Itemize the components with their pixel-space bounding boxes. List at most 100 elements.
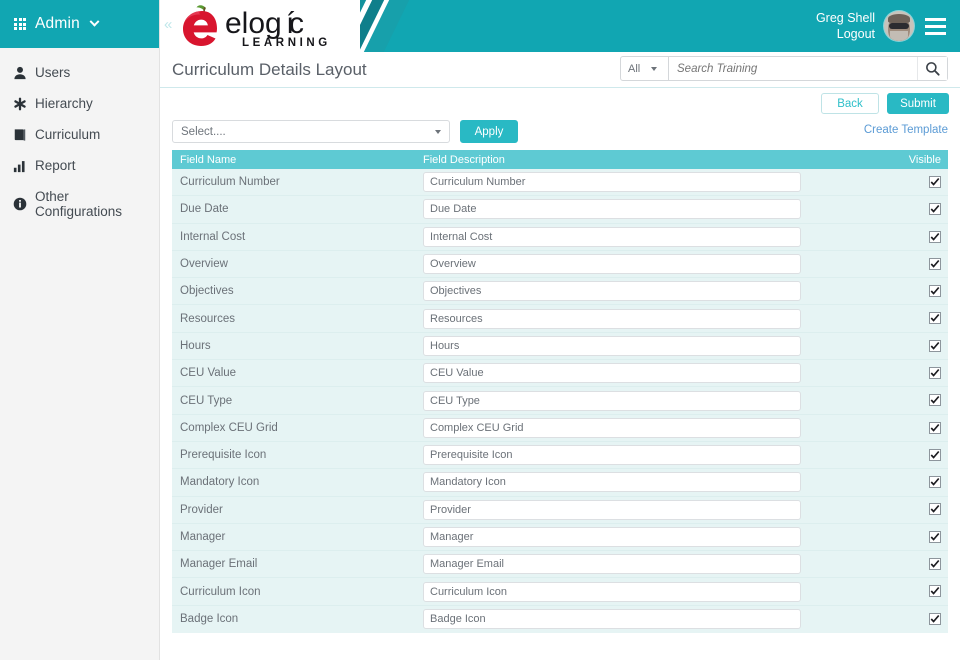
- template-select[interactable]: Select....: [172, 120, 450, 143]
- field-description-input[interactable]: [423, 172, 801, 193]
- search-bar: All: [620, 56, 948, 81]
- main-content: « elog c í LEARNING Greg Shell Logout Cu…: [160, 0, 960, 660]
- field-description-input[interactable]: [423, 554, 801, 575]
- table-row: Curriculum Icon: [172, 578, 948, 606]
- visible-cell: [886, 528, 948, 546]
- book-icon: [12, 127, 27, 142]
- visible-checkbox[interactable]: [929, 476, 941, 489]
- visible-checkbox[interactable]: [929, 366, 941, 379]
- visible-cell: [886, 282, 948, 300]
- template-select-value: Select....: [181, 125, 226, 138]
- table-row: Badge Icon: [172, 606, 948, 633]
- visible-checkbox[interactable]: [929, 585, 941, 598]
- field-description-cell: [420, 172, 886, 193]
- check-icon: [930, 532, 940, 541]
- field-description-input[interactable]: [423, 499, 801, 520]
- field-description-input[interactable]: [423, 445, 801, 466]
- table-row: Due Date: [172, 196, 948, 224]
- sidebar-item-report[interactable]: Report: [0, 150, 159, 181]
- field-description-input[interactable]: [423, 390, 801, 411]
- field-name-cell: Objectives: [180, 285, 234, 298]
- search-input[interactable]: [669, 57, 917, 80]
- visible-checkbox[interactable]: [929, 312, 941, 325]
- field-description-cell: [420, 445, 886, 466]
- table-row: Manager Email: [172, 551, 948, 579]
- table-row: Mandatory Icon: [172, 469, 948, 497]
- field-description-cell: [420, 581, 886, 602]
- create-template-link[interactable]: Create Template: [864, 124, 948, 136]
- field-description-input[interactable]: [423, 527, 801, 547]
- field-description-input[interactable]: [423, 417, 801, 438]
- visible-checkbox[interactable]: [929, 257, 941, 270]
- visible-checkbox[interactable]: [929, 394, 941, 407]
- field-description-input[interactable]: [423, 335, 801, 356]
- hamburger-menu-icon[interactable]: [923, 14, 948, 39]
- visible-cell: [886, 583, 948, 601]
- table-row: Overview: [172, 251, 948, 279]
- user-area: Greg Shell Logout: [816, 0, 948, 52]
- visible-checkbox[interactable]: [929, 285, 941, 298]
- check-icon: [930, 205, 940, 213]
- apply-button[interactable]: Apply: [460, 120, 518, 143]
- avatar-hair: [888, 14, 910, 23]
- field-description-input[interactable]: [423, 308, 801, 329]
- sidebar-item-hierarchy[interactable]: Hierarchy: [0, 88, 159, 119]
- caret-down-icon: [435, 129, 441, 134]
- field-description-cell: [420, 417, 886, 438]
- field-name-cell: Complex CEU Grid: [180, 421, 278, 434]
- apple-e-logo: elog c í LEARNING: [183, 5, 327, 49]
- field-description-input[interactable]: [423, 199, 801, 220]
- table-row: Curriculum Number: [172, 169, 948, 197]
- visible-checkbox[interactable]: [929, 448, 941, 461]
- visible-cell: [886, 255, 948, 273]
- bar-chart-icon: [12, 158, 27, 173]
- field-name-cell: Prerequisite Icon: [180, 449, 267, 462]
- field-description-input[interactable]: [423, 281, 801, 302]
- check-icon: [930, 615, 940, 623]
- sidebar-item-users[interactable]: Users: [0, 57, 159, 88]
- visible-cell: [886, 419, 948, 437]
- search-scope-dropdown[interactable]: All: [621, 57, 669, 80]
- visible-checkbox[interactable]: [929, 613, 941, 626]
- submit-button[interactable]: Submit: [887, 93, 949, 114]
- visible-checkbox[interactable]: [929, 421, 941, 434]
- field-name-cell: Manager: [180, 531, 226, 543]
- visible-checkbox[interactable]: [929, 339, 941, 352]
- visible-checkbox[interactable]: [929, 175, 941, 188]
- field-description-input[interactable]: [423, 363, 801, 384]
- back-button[interactable]: Back: [821, 93, 879, 114]
- visible-cell: [886, 364, 948, 382]
- field-description-input[interactable]: [423, 254, 801, 275]
- search-button[interactable]: [917, 57, 947, 80]
- field-description-cell: [420, 281, 886, 302]
- visible-checkbox[interactable]: [929, 230, 941, 243]
- field-description-input[interactable]: [423, 226, 801, 247]
- double-chevron-left-icon[interactable]: «: [164, 17, 172, 32]
- user-name: Greg Shell: [815, 11, 875, 25]
- visible-checkbox[interactable]: [929, 530, 941, 543]
- title-bar: Curriculum Details Layout All: [160, 52, 960, 88]
- field-description-cell: [420, 335, 886, 356]
- sidebar-item-curriculum[interactable]: Curriculum: [0, 119, 159, 150]
- field-description-input[interactable]: [423, 581, 801, 602]
- visible-checkbox[interactable]: [929, 503, 941, 516]
- logout-link[interactable]: Logout: [816, 26, 875, 42]
- field-description-cell: [420, 499, 886, 520]
- field-description-input[interactable]: [423, 472, 801, 493]
- avatar[interactable]: [884, 11, 914, 41]
- table-row: Hours: [172, 333, 948, 361]
- visible-checkbox[interactable]: [929, 558, 941, 571]
- field-description-cell: [420, 527, 886, 547]
- field-description-cell: [420, 363, 886, 384]
- table-row: Objectives: [172, 278, 948, 306]
- field-description-cell: [420, 226, 886, 247]
- field-description-input[interactable]: [423, 609, 801, 630]
- field-name-cell: Overview: [180, 258, 228, 271]
- top-banner: « elog c í LEARNING Greg Shell Logout: [160, 0, 960, 52]
- field-name-cell: Curriculum Icon: [180, 585, 261, 598]
- table-row: Complex CEU Grid: [172, 415, 948, 442]
- admin-menu-button[interactable]: Admin: [0, 0, 159, 48]
- sidebar-item-other-configurations[interactable]: Other Configurations: [0, 181, 159, 227]
- visible-cell: [886, 200, 948, 218]
- visible-checkbox[interactable]: [929, 203, 941, 216]
